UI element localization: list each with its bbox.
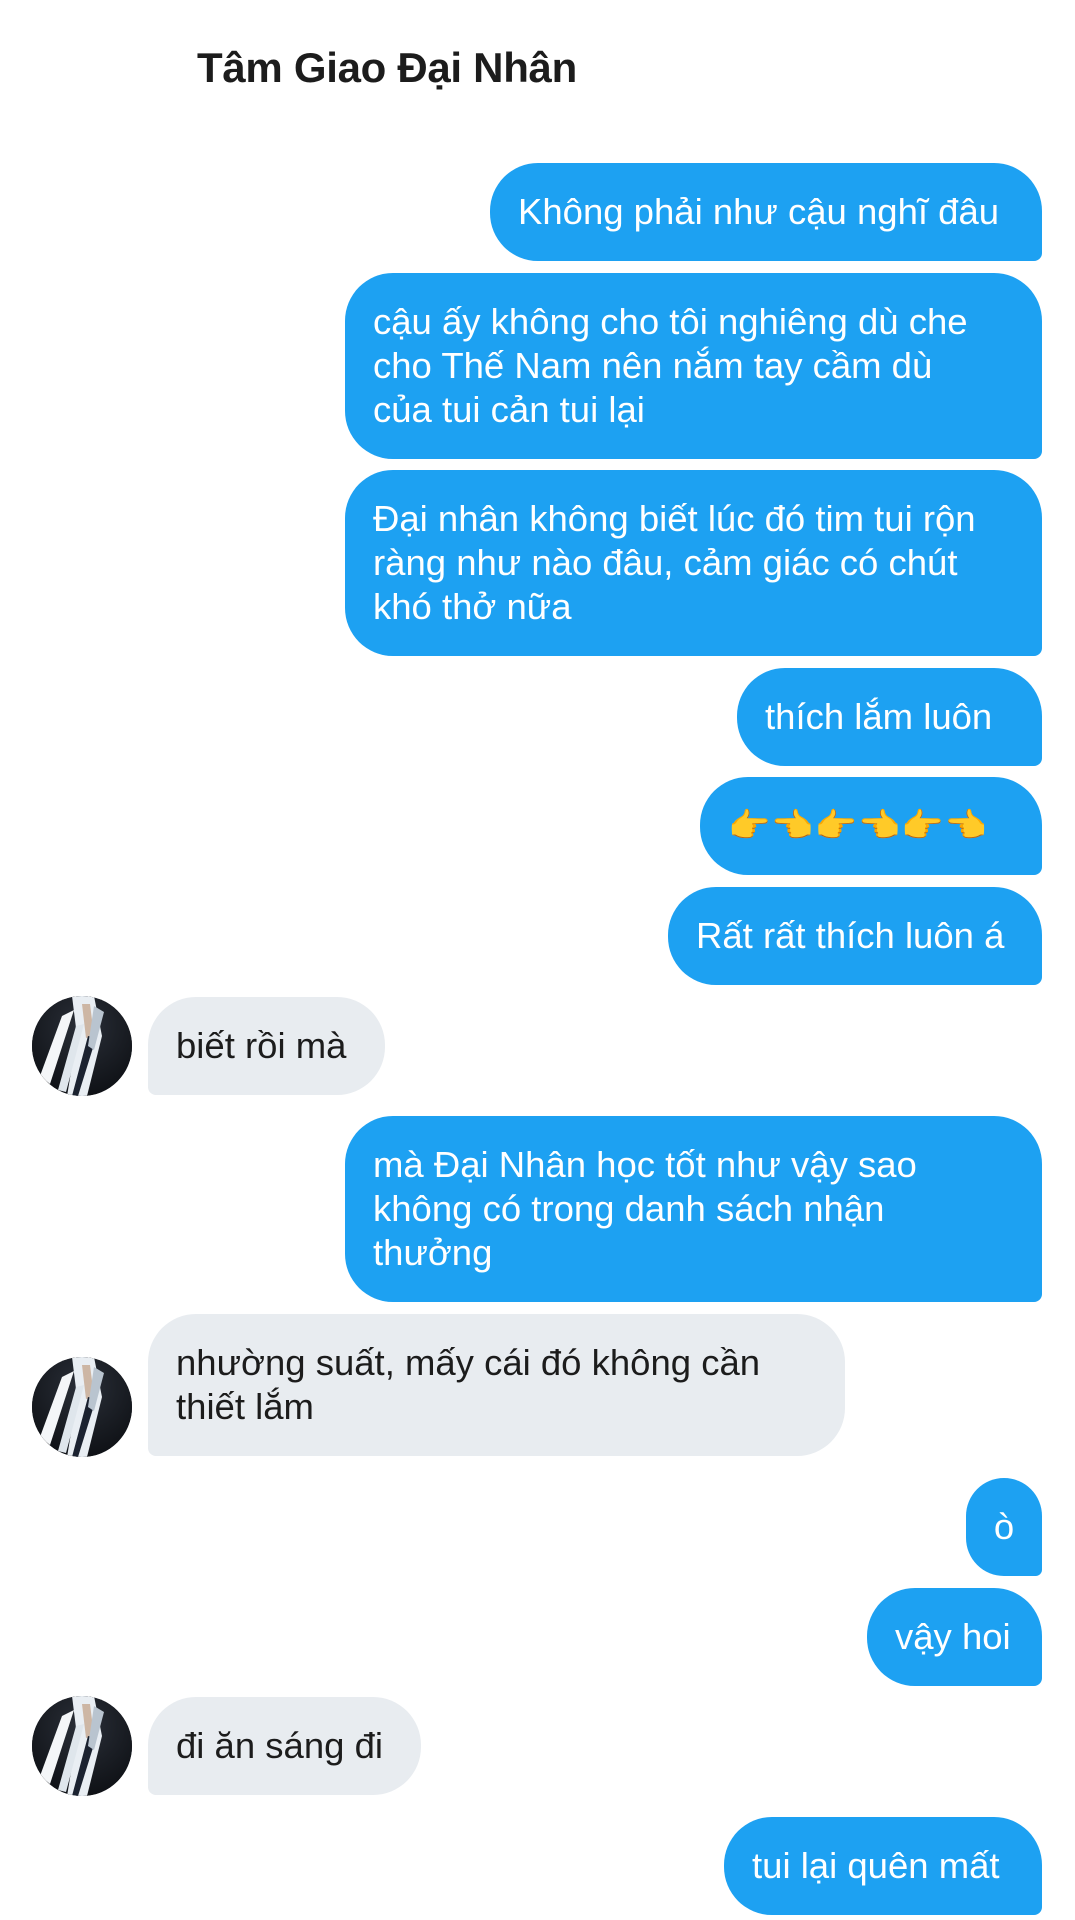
outgoing-message-bubble[interactable]: vậy hoi — [867, 1588, 1042, 1686]
message-text-line: tui lại quên mất — [752, 1845, 1000, 1886]
incoming-message-bubble[interactable]: biết rồi mà — [148, 997, 385, 1095]
incoming-message-bubble[interactable]: đi ăn sáng đi — [148, 1697, 421, 1795]
message-text-line: không có trong danh sách nhận — [373, 1188, 885, 1229]
message-text-line: Không phải như cậu nghĩ đâu — [518, 191, 1000, 232]
message-text-line: vậy hoi — [895, 1616, 1011, 1657]
outgoing-message-bubble[interactable]: 👉👈👉👈👉👈 — [700, 777, 1042, 875]
message-text-line: cho Thế Nam nên nắm tay cầm dù — [373, 345, 933, 386]
message-text-line: ò — [993, 1506, 1015, 1547]
message-text-line: đi ăn sáng đi — [176, 1725, 383, 1766]
contact-avatar[interactable] — [32, 1696, 132, 1796]
message-text-line: của tui cản tui lại — [373, 389, 645, 430]
outgoing-message-bubble[interactable]: Đại nhân không biết lúc đó tim tui rộn rà… — [345, 470, 1042, 656]
outgoing-message-bubble[interactable]: Không phải như cậu nghĩ đâu — [490, 163, 1042, 261]
outgoing-message-bubble[interactable]: thích lắm luôn — [737, 668, 1042, 766]
outgoing-message-bubble[interactable]: mà Đại Nhân học tốt như vậy sao không có … — [345, 1116, 1042, 1302]
message-text-line: thích lắm luôn — [765, 696, 993, 737]
message-text-line: 👉👈👉👈👉👈 — [728, 807, 989, 845]
contact-name[interactable]: Tâm Giao Đại Nhân — [197, 44, 577, 92]
message-text-line: nhường suất, mấy cái đó không cần — [176, 1342, 761, 1383]
message-text-line: khó thở nữa — [373, 586, 572, 627]
outgoing-message-bubble[interactable]: tui lại quên mất — [724, 1817, 1042, 1915]
message-text-line: thiết lắm — [176, 1386, 314, 1427]
chat-header: Tâm Giao Đại Nhân — [0, 0, 1075, 130]
incoming-message-bubble[interactable]: nhường suất, mấy cái đó không cần thiết l… — [148, 1314, 845, 1456]
message-text-line: cậu ấy không cho tôi nghiêng dù che — [373, 301, 968, 342]
message-text-line: mà Đại Nhân học tốt như vậy sao — [373, 1144, 917, 1185]
outgoing-message-bubble[interactable]: cậu ấy không cho tôi nghiêng dù che cho T… — [345, 273, 1042, 459]
contact-avatar[interactable] — [32, 1357, 132, 1457]
contact-avatar[interactable] — [32, 996, 132, 1096]
message-text-line: Rất rất thích luôn á — [696, 915, 1005, 956]
message-text-line: Đại nhân không biết lúc đó tim tui rộn — [373, 498, 976, 539]
outgoing-message-bubble[interactable]: ò — [966, 1478, 1042, 1576]
outgoing-message-bubble[interactable]: Rất rất thích luôn á — [668, 887, 1042, 985]
message-text-line: biết rồi mà — [176, 1025, 347, 1066]
message-text-line: ràng như nào đâu, cảm giác có chút — [373, 542, 958, 583]
message-text-line: thưởng — [373, 1232, 493, 1273]
